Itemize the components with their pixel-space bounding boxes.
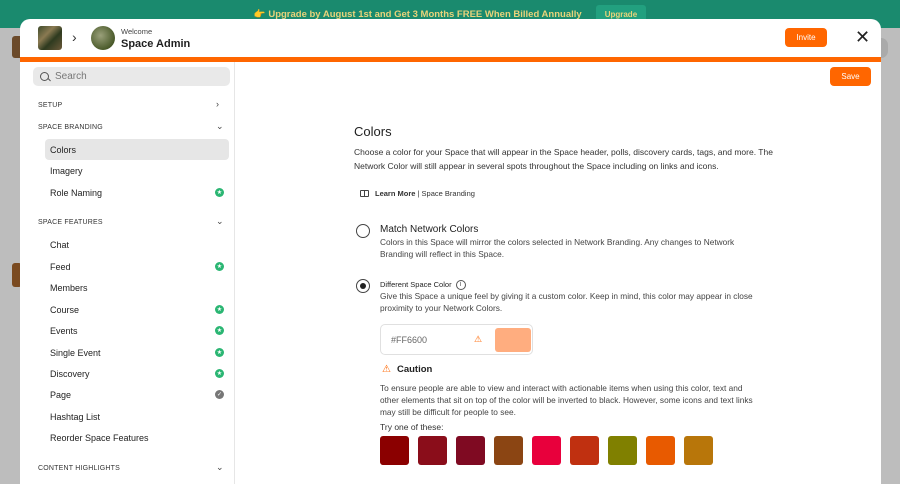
welcome-label: Welcome [121, 27, 153, 36]
star-badge-icon: ★ [215, 326, 224, 335]
search-icon [40, 72, 49, 81]
match-network-radio[interactable] [356, 224, 370, 238]
sidebar-item-members[interactable]: Members [45, 277, 229, 298]
star-badge-icon: ★ [215, 305, 224, 314]
caution-title: Caution [396, 364, 433, 375]
color-swatch-3[interactable] [456, 436, 485, 465]
sidebar-item-single-event[interactable]: Single Event [45, 342, 229, 363]
color-swatch-2[interactable] [418, 436, 447, 465]
color-swatch-8[interactable] [646, 436, 675, 465]
page-title: Colors [354, 124, 392, 139]
chevron-down-icon[interactable]: ⌄ [216, 121, 224, 132]
warning-icon: ⚠ [474, 334, 483, 344]
sidebar-item-colors[interactable]: Colors [45, 139, 229, 160]
star-badge-icon: ★ [215, 369, 224, 378]
space-thumbnail [38, 26, 62, 50]
section-setup[interactable]: SETUP [38, 102, 62, 109]
sidebar-item-reorder-space-features[interactable]: Reorder Space Features [45, 427, 229, 448]
settings-sidebar: Search SETUP › SPACE BRANDING ⌄ Colors I… [20, 62, 235, 484]
search-input[interactable]: Search [33, 67, 230, 86]
invite-button[interactable]: Invite [785, 28, 827, 47]
admin-name: Space Admin [121, 38, 191, 50]
caution-text: To ensure people are able to view and in… [380, 383, 753, 417]
sidebar-item-feed[interactable]: Feed [45, 256, 229, 277]
learn-more-link[interactable]: Learn More | Space Branding [360, 189, 475, 198]
backdrop-right [881, 28, 900, 484]
color-swatch-6[interactable] [570, 436, 599, 465]
caution-heading: ⚠ Caution [382, 364, 432, 375]
color-swatch-5[interactable] [532, 436, 561, 465]
sidebar-item-hashtag-list[interactable]: Hashtag List [45, 406, 229, 427]
chevron-right-icon[interactable]: › [216, 99, 219, 109]
option-different-description: Give this Space a unique feel by giving … [380, 291, 753, 313]
check-badge-icon: ✓ [215, 390, 224, 399]
color-picker-field[interactable]: #FF6600 ⚠ [380, 324, 533, 355]
page-description: Choose a color for your Space that will … [354, 147, 773, 171]
hex-input[interactable]: #FF6600 [391, 335, 427, 345]
option-different-title: Different Space Color i [380, 280, 466, 291]
modal-header: › Welcome Space Admin Invite ✕ [20, 19, 881, 57]
learn-more-suffix: | Space Branding [415, 189, 475, 198]
try-label: Try one of these: [380, 422, 444, 432]
option-match-description: Colors in this Space will mirror the col… [380, 237, 735, 259]
section-content-highlights[interactable]: CONTENT HIGHLIGHTS [38, 465, 120, 472]
chevron-down-icon[interactable]: ⌄ [216, 462, 224, 473]
section-space-branding[interactable]: SPACE BRANDING [38, 124, 103, 131]
close-icon[interactable]: ✕ [855, 28, 870, 46]
color-swatch-4[interactable] [494, 436, 523, 465]
option-different-label: Different Space Color [380, 280, 452, 289]
sidebar-item-role-naming[interactable]: Role Naming [45, 182, 229, 203]
avatar [91, 26, 115, 50]
color-swatch-9[interactable] [684, 436, 713, 465]
option-match-title: Match Network Colors [380, 224, 479, 235]
book-icon [360, 190, 369, 197]
search-placeholder: Search [55, 71, 87, 82]
sidebar-item-chat[interactable]: Chat [45, 234, 229, 255]
chevron-down-icon[interactable]: ⌄ [216, 216, 224, 227]
sidebar-item-discovery[interactable]: Discovery [45, 363, 229, 384]
suggested-swatches [380, 436, 713, 465]
star-badge-icon: ★ [215, 262, 224, 271]
learn-more-label: Learn More [375, 189, 416, 198]
info-icon[interactable]: i [455, 280, 466, 291]
star-badge-icon: ★ [215, 348, 224, 357]
warning-icon: ⚠ [382, 364, 391, 375]
chevron-right-icon: › [72, 29, 77, 45]
color-preview-swatch[interactable] [495, 328, 531, 352]
sidebar-item-page[interactable]: Page [45, 384, 229, 405]
promo-text: 👉 Upgrade by August 1st and Get 3 Months… [253, 8, 582, 20]
different-color-radio[interactable] [356, 279, 370, 293]
color-swatch-1[interactable] [380, 436, 409, 465]
color-swatch-7[interactable] [608, 436, 637, 465]
sidebar-item-imagery[interactable]: Imagery [45, 160, 229, 181]
section-space-features[interactable]: SPACE FEATURES [38, 219, 103, 226]
sidebar-item-course[interactable]: Course [45, 299, 229, 320]
save-button[interactable]: Save [830, 67, 871, 86]
star-badge-icon: ★ [215, 188, 224, 197]
sidebar-item-events[interactable]: Events [45, 320, 229, 341]
space-settings-modal: › Welcome Space Admin Invite ✕ Search SE… [20, 19, 881, 484]
backdrop-left [0, 28, 20, 484]
